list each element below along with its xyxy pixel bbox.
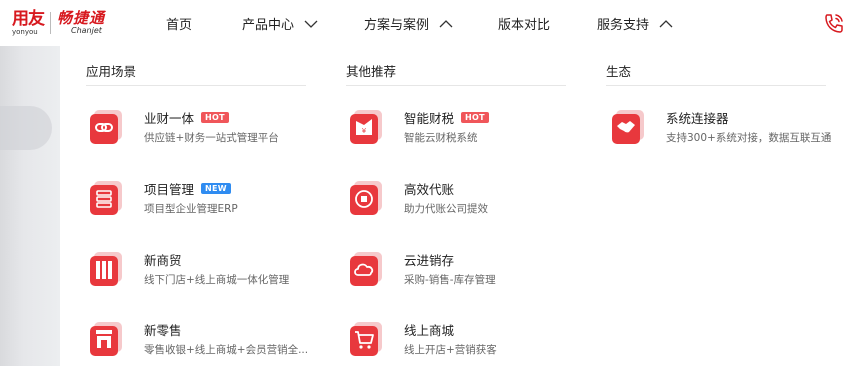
column-divider	[86, 85, 306, 86]
nav-solutions[interactable]: 方案与案例	[364, 14, 453, 33]
hot-badge: HOT	[461, 112, 489, 123]
menu-item-desc: 线上开店+营销获客	[404, 344, 497, 356]
logo-brand-en: yonyou	[12, 27, 38, 36]
menu-item-scene[interactable]: 新商贸 线下门店+线上商城一体化管理	[88, 248, 308, 294]
menu-item-label: 新零售	[144, 323, 182, 338]
column-divider	[606, 85, 826, 86]
nav-products-label: 产品中心	[242, 18, 295, 33]
finance-tax-icon: ¥	[350, 110, 382, 144]
logo-brand-cn: 用友	[12, 8, 45, 29]
menu-item-label: 线上商城	[404, 323, 455, 338]
menu-item-recommend[interactable]: 高效代账 助力代账公司提效	[348, 177, 568, 223]
menu-item-desc: 智能云财税系统	[404, 132, 478, 144]
logo[interactable]: 用友 yonyou 畅捷通 Chanjet	[12, 8, 142, 38]
nav-support[interactable]: 服务支持	[597, 14, 673, 33]
menu-item-desc: 助力代账公司提效	[404, 203, 488, 215]
menu-item-title: 云进销存	[404, 250, 454, 269]
top-nav-bar: 用友 yonyou 畅捷通 Chanjet 首页 产品中心 方案与案例 版本对比…	[0, 0, 850, 46]
menu-item-label: 项目管理	[144, 182, 195, 197]
chevron-down-icon	[304, 20, 318, 28]
menu-item-title: 高效代账	[404, 179, 454, 198]
menu-item-title: 新商贸	[144, 250, 182, 269]
menu-item-title: 线上商城	[404, 320, 454, 339]
menu-item-label: 系统连接器	[666, 111, 729, 126]
menu-item-recommend[interactable]: 云进销存 采购-销售-库存管理	[348, 248, 568, 294]
nav-compare-label: 版本对比	[498, 18, 551, 33]
menu-item-scene[interactable]: 业财一体 HOT 供应链+财务一站式管理平台	[88, 106, 308, 152]
project-list-icon	[90, 181, 122, 215]
logo-divider	[50, 12, 51, 34]
menu-item-desc: 供应链+财务一站式管理平台	[144, 132, 279, 144]
column-heading-ecosystem: 生态	[606, 64, 632, 79]
phone-icon[interactable]	[822, 12, 846, 34]
chanjet-logo: 畅捷通 Chanjet	[57, 11, 105, 35]
menu-item-label: 高效代账	[404, 182, 455, 197]
shopping-cart-icon	[350, 322, 382, 356]
new-badge: NEW	[201, 183, 231, 194]
menu-item-desc: 线下门店+线上商城一体化管理	[144, 274, 290, 286]
page: 用友 yonyou 畅捷通 Chanjet 首页 产品中心 方案与案例 版本对比…	[0, 0, 850, 366]
cloud-inventory-icon	[350, 252, 382, 286]
logo-product-en: Chanjet	[71, 26, 102, 35]
nav-products[interactable]: 产品中心	[242, 14, 318, 33]
menu-item-desc: 支持300+系统对接，数据互联互通	[666, 132, 832, 144]
menu-item-desc: 采购-销售-库存管理	[404, 274, 496, 286]
hot-badge: HOT	[201, 112, 229, 123]
logo-product-cn: 畅捷通	[57, 9, 106, 27]
column-divider	[346, 85, 566, 86]
menu-item-desc: 零售收银+线上商城+会员营销全...	[144, 344, 309, 356]
svg-text:¥: ¥	[362, 127, 367, 135]
menu-item-title: 系统连接器	[666, 108, 729, 127]
yonyou-logo: 用友 yonyou	[12, 8, 45, 36]
handshake-icon	[612, 110, 644, 144]
menu-item-title: 项目管理 NEW	[144, 179, 231, 198]
menu-item-recommend[interactable]: ¥ 智能财税 HOT 智能云财税系统	[348, 106, 568, 152]
column-heading-recommend: 其他推荐	[346, 64, 397, 79]
chevron-up-icon	[659, 19, 673, 27]
nav-home[interactable]: 首页	[166, 14, 192, 33]
menu-item-title: 智能财税 HOT	[404, 108, 489, 127]
menu-item-title: 新零售	[144, 320, 182, 339]
bookkeeping-icon	[350, 181, 382, 215]
menu-item-title: 业财一体 HOT	[144, 108, 229, 127]
menu-item-desc: 项目型企业管理ERP	[144, 203, 238, 215]
menu-item-label: 云进销存	[404, 253, 455, 268]
menu-item-label: 智能财税	[404, 111, 455, 126]
retail-shop-icon	[90, 322, 122, 356]
menu-item-recommend[interactable]: 线上商城 线上开店+营销获客	[348, 318, 568, 364]
menu-item-label: 新商贸	[144, 253, 182, 268]
nav-home-label: 首页	[166, 18, 193, 33]
menu-item-scene[interactable]: 新零售 零售收银+线上商城+会员营销全...	[88, 318, 308, 364]
nav-support-label: 服务支持	[597, 18, 650, 33]
store-bars-icon	[90, 252, 122, 286]
link-chain-icon	[90, 110, 122, 144]
nav-solutions-label: 方案与案例	[364, 18, 430, 33]
menu-item-ecosystem[interactable]: 系统连接器 支持300+系统对接，数据互联互通	[610, 106, 840, 152]
nav-compare[interactable]: 版本对比	[498, 14, 550, 33]
background-strip	[0, 46, 60, 366]
column-heading-scenes: 应用场景	[86, 64, 137, 79]
chevron-up-icon	[439, 19, 453, 27]
background-shape	[0, 106, 52, 150]
menu-item-label: 业财一体	[144, 111, 195, 126]
menu-item-scene[interactable]: 项目管理 NEW 项目型企业管理ERP	[88, 177, 308, 223]
